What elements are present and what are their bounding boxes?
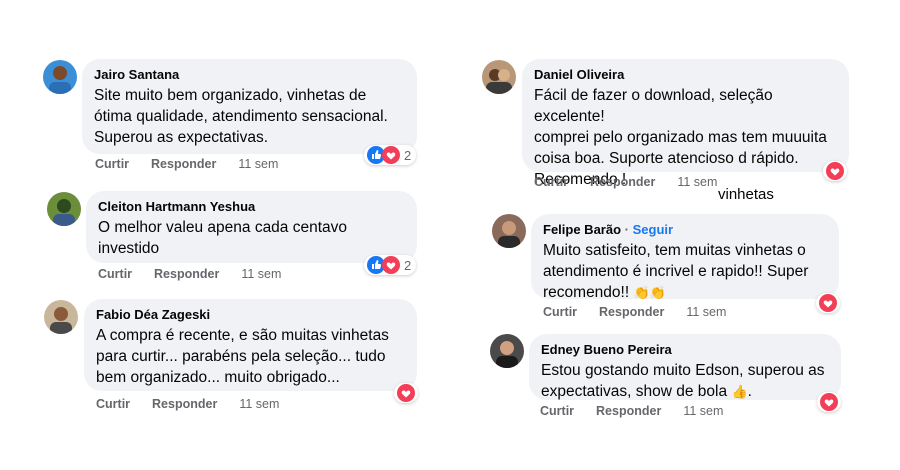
heart-icon (382, 146, 400, 164)
comment-bubble: Felipe Barão · Seguir Muito satisfeito, … (531, 214, 839, 301)
reactions-summary[interactable] (817, 392, 841, 412)
comment-actions: Curtir Responder 11 sem (95, 157, 278, 171)
timestamp[interactable]: 11 sem (686, 305, 726, 319)
reaction-count: 2 (404, 257, 412, 273)
reactions-summary[interactable]: 2 (364, 255, 417, 275)
thumbs-up-icon: 👍 (731, 384, 748, 399)
comment-text-body: Muito satisfeito, tem muitas vinhetas o … (543, 242, 809, 301)
timestamp[interactable]: 11 sem (683, 404, 723, 418)
avatar[interactable] (482, 60, 516, 94)
heart-icon (826, 162, 844, 180)
reply-button[interactable]: Responder (599, 305, 664, 319)
comment-author[interactable]: Edney Bueno Pereira (541, 342, 829, 358)
comment-actions: Curtir Responder 11 sem (540, 404, 723, 418)
heart-icon (397, 384, 415, 402)
avatar[interactable] (490, 334, 524, 368)
reactions-summary[interactable] (394, 383, 418, 403)
comment-text: O melhor valeu apena cada centavo invest… (98, 219, 348, 257)
comment-text: A compra é recente, e são muitas vinheta… (96, 327, 389, 386)
avatar[interactable] (44, 300, 78, 334)
reactions-summary[interactable] (823, 161, 847, 181)
comment-actions: Curtir Responder 11 sem (98, 267, 281, 281)
timestamp[interactable]: 11 sem (239, 397, 279, 411)
heart-icon (820, 393, 838, 411)
reply-button[interactable]: Responder (151, 157, 216, 171)
follow-button[interactable]: Seguir (633, 222, 673, 237)
reply-button[interactable]: Responder (596, 404, 661, 418)
like-button[interactable]: Curtir (540, 404, 574, 418)
comment-author-row: Felipe Barão · Seguir (543, 222, 827, 238)
like-button[interactable]: Curtir (95, 157, 129, 171)
timestamp[interactable]: 11 sem (238, 157, 278, 171)
avatar[interactable] (43, 60, 77, 94)
heart-icon (819, 294, 837, 312)
reactions-summary[interactable] (816, 293, 840, 313)
comment-bubble: Edney Bueno Pereira Estou gostando muito… (529, 334, 841, 400)
timestamp[interactable]: 11 sem (241, 267, 281, 281)
avatar[interactable] (492, 214, 526, 248)
comment-bubble: Daniel Oliveira Fácil de fazer o downloa… (522, 59, 849, 188)
comment-actions: Curtir Responder 11 sem (534, 175, 717, 189)
comment-actions: Curtir Responder 11 sem (96, 397, 279, 411)
like-button[interactable]: Curtir (534, 175, 568, 189)
heart-icon (382, 256, 400, 274)
comment-text: Muito satisfeito, tem muitas vinhetas o … (543, 240, 827, 303)
comment-text: Site muito bem organizado, vinhetas de ó… (94, 87, 388, 146)
comment-bubble: Jairo Santana Site muito bem organizado,… (82, 59, 417, 154)
comment-text: Estou gostando muito Edson, superou as e… (541, 362, 825, 400)
reaction-count: 2 (404, 147, 412, 163)
reactions-summary[interactable]: 2 (364, 145, 417, 165)
separator-dot: · (624, 222, 629, 237)
like-button[interactable]: Curtir (543, 305, 577, 319)
clapping-hands-icon: 👏👏 (633, 285, 666, 300)
reply-button[interactable]: Responder (152, 397, 217, 411)
comment-bubble: Cleiton Hartmann Yeshua O melhor valeu a… (86, 191, 417, 263)
comment-actions: Curtir Responder 11 sem (543, 305, 726, 319)
reply-button[interactable]: Responder (154, 267, 219, 281)
avatar[interactable] (47, 192, 81, 226)
comment-author[interactable]: Daniel Oliveira (534, 67, 837, 83)
stray-text: vinhetas (718, 186, 774, 203)
comment-author[interactable]: Fabio Déa Zageski (96, 307, 405, 323)
reply-button[interactable]: Responder (590, 175, 655, 189)
timestamp[interactable]: 11 sem (677, 175, 717, 189)
like-button[interactable]: Curtir (96, 397, 130, 411)
comment-text-body: Estou gostando muito Edson, superou as e… (541, 362, 825, 400)
comment-author[interactable]: Jairo Santana (94, 67, 405, 83)
comment-author[interactable]: Cleiton Hartmann Yeshua (98, 199, 405, 215)
like-button[interactable]: Curtir (98, 267, 132, 281)
comment-bubble: Fabio Déa Zageski A compra é recente, e … (84, 299, 417, 391)
comment-author[interactable]: Felipe Barão (543, 222, 621, 237)
